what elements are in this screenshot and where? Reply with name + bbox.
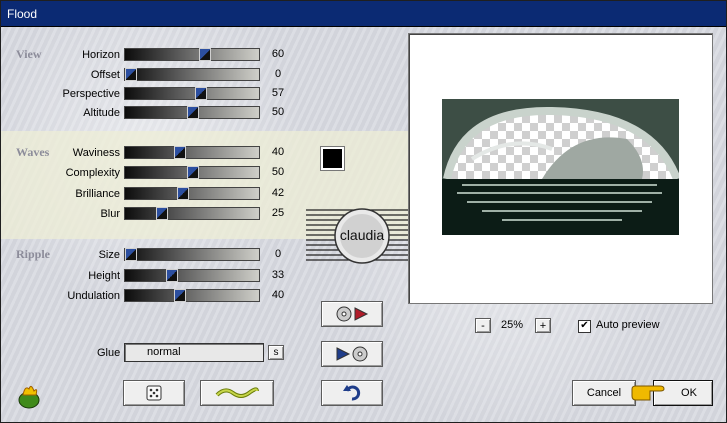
window-title: Flood <box>7 7 38 21</box>
perspective-slider[interactable] <box>124 87 260 100</box>
zoom-in-label: + <box>539 319 547 332</box>
altitude-label: Altitude <box>83 107 120 119</box>
height-label: Height <box>88 270 120 282</box>
row-blur: Blur 25 <box>10 207 300 223</box>
complexity-value[interactable]: 50 <box>263 166 293 178</box>
brilliance-slider[interactable] <box>124 187 260 200</box>
undulation-slider[interactable] <box>124 289 260 302</box>
waviness-thumb[interactable] <box>174 146 186 159</box>
waviness-slider[interactable] <box>124 146 260 159</box>
reset-button[interactable] <box>321 380 383 406</box>
undo-arrow-icon <box>343 385 361 401</box>
perspective-label: Perspective <box>62 88 120 100</box>
save-preset-button[interactable] <box>321 341 383 367</box>
cancel-button[interactable]: Cancel <box>572 380 636 406</box>
dice-icon <box>146 385 162 401</box>
row-perspective: Perspective 57 <box>10 87 300 103</box>
zoom-out-button[interactable]: - <box>475 318 491 333</box>
cancel-label: Cancel <box>586 387 622 399</box>
offset-value[interactable]: 0 <box>263 68 293 80</box>
horizon-thumb[interactable] <box>199 48 211 61</box>
zoom-level: 25% <box>501 319 524 331</box>
auto-preview-label: Auto preview <box>596 319 660 331</box>
glue-value: normal <box>147 346 181 358</box>
offset-thumb[interactable] <box>125 68 137 81</box>
wave-effect-button[interactable] <box>200 380 274 406</box>
waviness-label: Waviness <box>72 147 120 159</box>
preview-image[interactable] <box>442 99 679 235</box>
title-bar: Flood <box>1 1 726 27</box>
horizon-label: Horizon <box>82 49 120 61</box>
row-horizon: Horizon 60 <box>10 48 300 64</box>
complexity-thumb[interactable] <box>187 166 199 179</box>
horizon-slider[interactable] <box>124 48 260 61</box>
arrow-right-disc-icon <box>336 346 368 362</box>
complexity-slider[interactable] <box>124 166 260 179</box>
glue-lock-button[interactable]: s <box>268 345 284 360</box>
size-label: Size <box>98 249 120 261</box>
brilliance-value[interactable]: 42 <box>263 187 293 199</box>
row-undulation: Undulation 40 <box>10 289 300 305</box>
brilliance-label: Brilliance <box>75 188 120 200</box>
height-slider[interactable] <box>124 269 260 282</box>
glue-label: Glue <box>97 347 121 359</box>
horizon-value[interactable]: 60 <box>263 48 293 60</box>
pointing-hand-icon <box>631 385 665 401</box>
checkmark-icon: ✔ <box>580 320 589 331</box>
altitude-thumb[interactable] <box>187 106 199 119</box>
row-offset: Offset 0 <box>10 68 300 84</box>
size-thumb[interactable] <box>125 248 137 261</box>
blur-thumb[interactable] <box>156 207 168 220</box>
claudia-watermark-logo: claudia <box>306 208 418 264</box>
row-brilliance: Brilliance 42 <box>10 187 300 203</box>
undulation-value[interactable]: 40 <box>263 289 293 301</box>
dialog-body: View Waves Ripple Horizon 60 Offset 0 Pe… <box>1 27 726 422</box>
undulation-thumb[interactable] <box>174 289 186 302</box>
load-preset-button[interactable] <box>321 301 383 327</box>
blur-value[interactable]: 25 <box>263 207 293 219</box>
perspective-value[interactable]: 57 <box>263 87 293 99</box>
row-altitude: Altitude 50 <box>10 106 300 122</box>
row-complexity: Complexity 50 <box>10 166 300 182</box>
flood-dialog: Flood View Waves Ripple Horizon 60 Offse… <box>0 0 727 423</box>
zoom-in-button[interactable]: + <box>535 318 551 333</box>
glue-lock-label: s <box>273 347 279 358</box>
disc-arrow-right-icon <box>336 306 369 322</box>
height-value[interactable]: 33 <box>263 269 293 281</box>
undulation-label: Undulation <box>67 290 120 302</box>
altitude-value[interactable]: 50 <box>263 106 293 118</box>
ok-label: OK <box>681 387 697 399</box>
randomize-button[interactable] <box>123 380 185 406</box>
row-waviness: Waviness 40 <box>10 146 300 162</box>
size-slider[interactable] <box>124 248 260 261</box>
row-height: Height 33 <box>10 269 300 285</box>
auto-preview-checkbox[interactable]: ✔ <box>578 320 591 333</box>
zoom-out-label: - <box>481 319 485 332</box>
complexity-label: Complexity <box>65 167 120 179</box>
glue-dropdown[interactable]: normal <box>124 343 264 362</box>
blur-slider[interactable] <box>124 207 260 220</box>
wave-color-swatch[interactable] <box>320 146 345 171</box>
waviness-value[interactable]: 40 <box>263 146 293 158</box>
height-thumb[interactable] <box>166 269 178 282</box>
logo-text: claudia <box>340 227 385 243</box>
brilliance-thumb[interactable] <box>177 187 189 200</box>
size-value[interactable]: 0 <box>263 248 293 260</box>
perspective-thumb[interactable] <box>195 87 207 100</box>
offset-label: Offset <box>90 69 120 81</box>
altitude-slider[interactable] <box>124 106 260 119</box>
blur-label: Blur <box>100 208 120 220</box>
wave-icon <box>215 387 259 398</box>
row-size: Size 0 <box>10 248 300 264</box>
flame-app-icon <box>18 385 40 409</box>
offset-slider[interactable] <box>124 68 260 81</box>
